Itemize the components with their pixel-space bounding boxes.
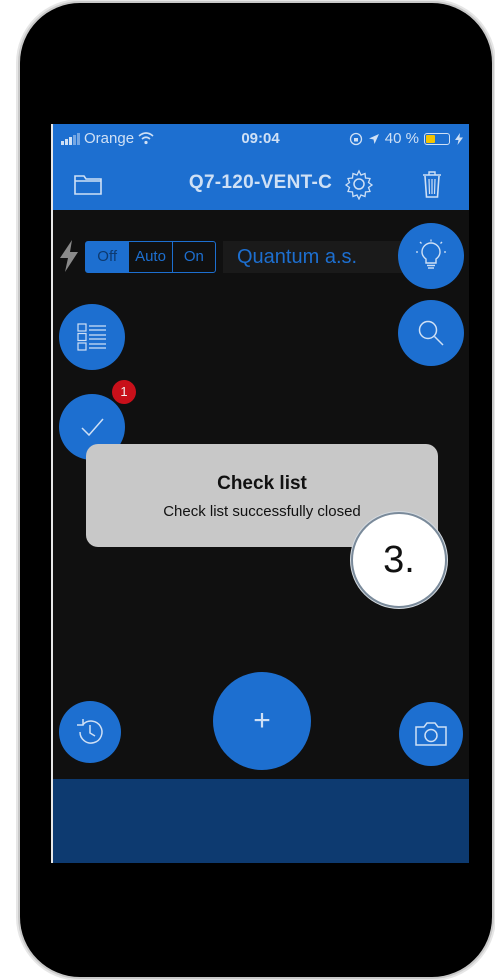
page-title: Q7-120-VENT-C xyxy=(188,172,333,193)
mode-on-button[interactable]: On xyxy=(173,242,215,272)
search-icon xyxy=(418,320,444,346)
lightning-icon xyxy=(60,240,78,272)
trash-icon[interactable] xyxy=(416,168,448,200)
light-bulb-icon xyxy=(416,239,446,269)
battery-icon xyxy=(424,132,450,145)
camera-button[interactable] xyxy=(399,702,463,766)
add-icon: + xyxy=(253,704,271,737)
add-button[interactable]: + xyxy=(213,672,311,770)
battery-percent: 40 % xyxy=(384,130,419,147)
app-screen: Orange 09:04 40 % Q7-120-VENT-C Off Auto… xyxy=(52,124,469,863)
list-icon xyxy=(77,323,106,351)
location-icon xyxy=(368,133,379,144)
checklist-badge: 1 xyxy=(112,380,136,404)
app-header: Q7-120-VENT-C xyxy=(52,156,469,210)
list-button[interactable] xyxy=(59,304,125,370)
history-button[interactable] xyxy=(59,701,121,763)
mode-auto-button[interactable]: Auto xyxy=(129,242,173,272)
checkmark-icon xyxy=(81,418,104,437)
company-name[interactable]: Quantum a.s. xyxy=(223,241,423,273)
step-callout: 3. xyxy=(351,512,447,608)
bottom-panel xyxy=(52,779,469,863)
status-bar: Orange 09:04 40 % xyxy=(52,124,469,156)
rotation-lock-icon xyxy=(349,132,362,145)
gear-icon[interactable] xyxy=(343,168,375,200)
search-button[interactable] xyxy=(398,300,464,366)
status-right: 40 % xyxy=(349,130,463,147)
mode-toggle: Off Auto On xyxy=(85,241,216,273)
mode-off-button[interactable]: Off xyxy=(86,242,130,272)
toast-title: Check list xyxy=(217,473,307,494)
light-button[interactable] xyxy=(398,223,464,289)
screen-edge xyxy=(51,124,53,863)
camera-icon xyxy=(415,722,447,746)
history-icon xyxy=(77,719,103,744)
charging-icon xyxy=(455,132,463,145)
